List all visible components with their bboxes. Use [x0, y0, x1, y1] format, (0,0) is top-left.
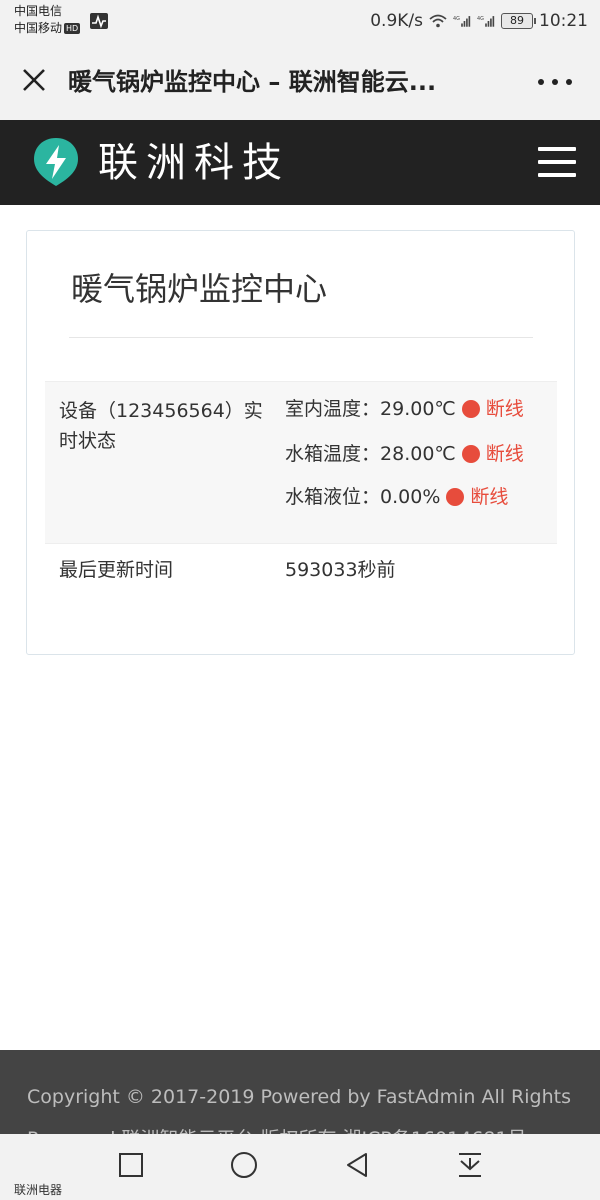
status-badge: 断线: [485, 443, 524, 465]
carrier-info: 中国电信 中国移动 HD: [14, 3, 81, 37]
page-title: 暖气锅炉监控中心 – 联洲智能云...: [68, 68, 437, 96]
reading-tank-level: 水箱液位： 0.00% 断线: [285, 483, 508, 511]
reading-value: 29.00℃: [380, 398, 456, 420]
divider: [69, 337, 533, 338]
status-dot-icon: [446, 488, 465, 506]
copyright-text: Copyright © 2017-2019 Powered by FastAdm…: [27, 1086, 571, 1135]
clock: 10:21: [539, 11, 588, 31]
reading-label: 水箱液位：: [285, 486, 381, 508]
wifi-icon: [429, 14, 447, 28]
status-dot-icon: [461, 445, 480, 463]
status-badge: 断线: [485, 398, 524, 420]
back-icon[interactable]: [342, 1150, 372, 1180]
site-navbar: 联洲科技: [0, 120, 600, 205]
carrier-2: 中国移动: [14, 21, 63, 35]
svg-text:4G: 4G: [477, 16, 484, 22]
status-badge: 断线: [470, 486, 509, 508]
battery-icon: 89: [501, 13, 536, 29]
network-speed: 0.9K/s: [370, 11, 423, 31]
status-dot-icon: [461, 400, 480, 418]
reading-value: 28.00℃: [380, 443, 456, 465]
status-bar: 中国电信 中国移动 HD 0.9K/s 4G 4G 89 10:21: [0, 0, 600, 42]
svg-text:4G: 4G: [453, 16, 460, 22]
status-indicators: 0.9K/s 4G 4G 89 10:21: [370, 8, 588, 34]
close-icon[interactable]: [18, 64, 50, 96]
card-title: 暖气锅炉监控中心: [71, 270, 328, 308]
home-icon[interactable]: [229, 1150, 259, 1180]
last-update-label: 最后更新时间: [59, 559, 174, 581]
page-footer: Copyright © 2017-2019 Powered by FastAdm…: [0, 1050, 600, 1135]
signal-icon: 4G: [477, 16, 495, 27]
signal-4g-icon: 4G: [453, 16, 471, 27]
notification-pulldown-icon[interactable]: [455, 1150, 485, 1180]
device-label: 设备（123456564）实时状态: [59, 400, 263, 452]
lightning-logo-icon[interactable]: [32, 136, 80, 188]
hd-badge: HD: [64, 23, 81, 34]
reading-indoor-temp: 室内温度： 29.00℃ 断线: [285, 395, 524, 423]
last-update-value: 593033秒前: [285, 559, 396, 581]
browser-title-bar: 暖气锅炉监控中心 – 联洲智能云...: [0, 42, 600, 120]
reading-value: 0.00%: [380, 486, 441, 508]
reading-label: 水箱温度：: [285, 443, 381, 465]
brand-name[interactable]: 联洲科技: [98, 138, 290, 188]
more-options-button[interactable]: [538, 72, 572, 92]
recent-apps-icon[interactable]: [116, 1150, 146, 1180]
system-nav-bar: [0, 1134, 600, 1200]
reading-tank-temp: 水箱温度： 28.00℃ 断线: [285, 440, 524, 468]
hamburger-menu-icon[interactable]: [538, 147, 576, 177]
watermark: 联洲电器: [14, 1183, 63, 1197]
activity-icon: [90, 13, 108, 29]
carrier-1: 中国电信: [14, 4, 63, 18]
monitor-card: 暖气锅炉监控中心 设备（123456564）实时状态 室内温度： 29.00℃ …: [26, 230, 575, 655]
realtime-status-row: 设备（123456564）实时状态 室内温度： 29.00℃ 断线 水箱温度： …: [45, 381, 557, 544]
reading-label: 室内温度：: [285, 398, 381, 420]
